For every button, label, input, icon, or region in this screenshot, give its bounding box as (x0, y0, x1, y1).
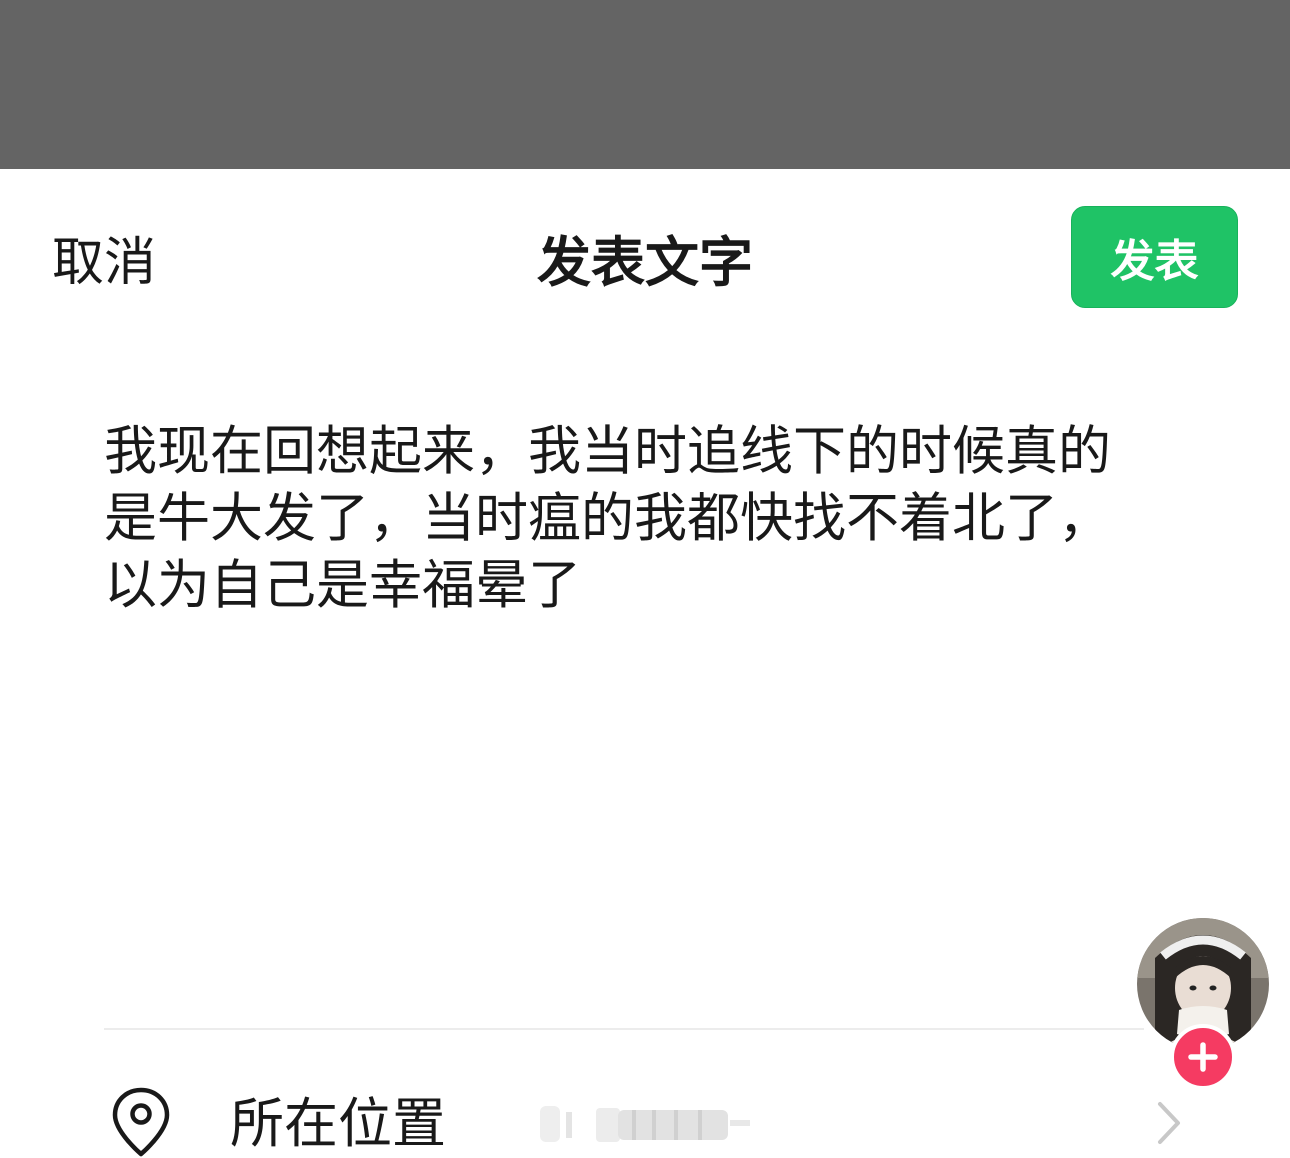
plus-icon (1188, 1042, 1218, 1072)
divider (104, 1028, 1144, 1030)
dimmed-top-overlay (0, 0, 1290, 169)
publish-button[interactable]: 发表 (1071, 206, 1238, 308)
location-value-blurred (540, 1106, 750, 1142)
location-pin-icon (112, 1087, 170, 1157)
location-label[interactable]: 所在位置 (230, 1090, 446, 1158)
publish-button-label: 发表 (1110, 236, 1199, 287)
add-follow-button[interactable] (1170, 1024, 1236, 1090)
chevron-right-icon[interactable] (1150, 1098, 1186, 1148)
post-text-input[interactable]: 我现在回想起来，我当时追线下的时候真的 是牛大发了，当时瘟的我都快找不着北了， … (104, 418, 1174, 619)
